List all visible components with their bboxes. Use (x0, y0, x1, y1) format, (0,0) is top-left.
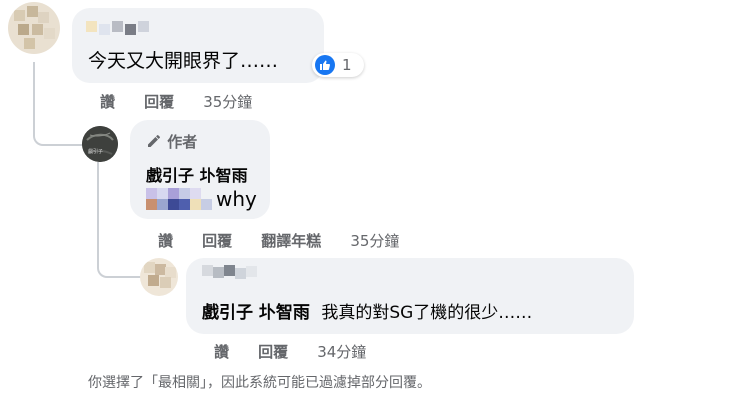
author-badge-label: 作者 (167, 133, 198, 151)
author-badge: 作者 (146, 131, 197, 153)
comment-actions: 讚 回覆 34分鐘 (214, 341, 366, 362)
reply-button[interactable]: 回覆 (144, 93, 174, 111)
reaction-count: 1 (342, 56, 352, 74)
reply-button[interactable]: 回覆 (202, 232, 232, 250)
filter-notice: 你選擇了「最相關」，因此系統可能已過濾掉部分回覆。 (88, 375, 431, 391)
avatar[interactable] (140, 258, 178, 296)
timestamp[interactable]: 34分鐘 (317, 343, 366, 361)
comment-text: 今天又大開眼界了…… (88, 50, 279, 72)
comment-actions: 讚 回覆 翻譯年糕 35分鐘 (158, 230, 399, 251)
author-avatar[interactable]: 戲引子 (82, 126, 118, 162)
comment-text: why (146, 187, 257, 211)
comment-actions: 讚 回覆 35分鐘 (100, 91, 252, 112)
pencil-icon (146, 133, 162, 153)
translate-button[interactable]: 翻譯年糕 (261, 232, 321, 250)
reply-button[interactable]: 回覆 (258, 343, 288, 361)
like-icon (315, 55, 335, 75)
avatar-caption: 戲引子 (88, 149, 104, 155)
blurred-author-name (202, 265, 262, 279)
author-name[interactable]: 戲引子 圤智雨 (146, 162, 248, 186)
author-mention[interactable]: 戲引子 圤智雨 (202, 303, 310, 323)
like-button[interactable]: 讚 (100, 93, 115, 111)
comment-bubble: 戲引子 圤智雨 我真的對SG了機的很少…… (186, 258, 634, 334)
like-button[interactable]: 讚 (158, 232, 173, 250)
avatar[interactable] (8, 2, 60, 54)
timestamp[interactable]: 35分鐘 (350, 232, 399, 250)
avatar-image (82, 126, 118, 162)
comment-text-body: 我真的對SG了機的很少…… (321, 303, 533, 323)
comment-bubble: 今天又大開眼界了…… (72, 8, 324, 83)
comment-bubble: 作者 戲引子 圤智雨 why (130, 120, 270, 219)
comment-text: 戲引子 圤智雨 我真的對SG了機的很少…… (202, 298, 532, 323)
timestamp[interactable]: 35分鐘 (203, 93, 252, 111)
comment-text-suffix: why (216, 187, 257, 211)
blurred-text (146, 188, 216, 210)
reaction-summary[interactable]: 1 (312, 53, 364, 77)
blurred-author-name (86, 20, 158, 35)
like-button[interactable]: 讚 (214, 343, 229, 361)
